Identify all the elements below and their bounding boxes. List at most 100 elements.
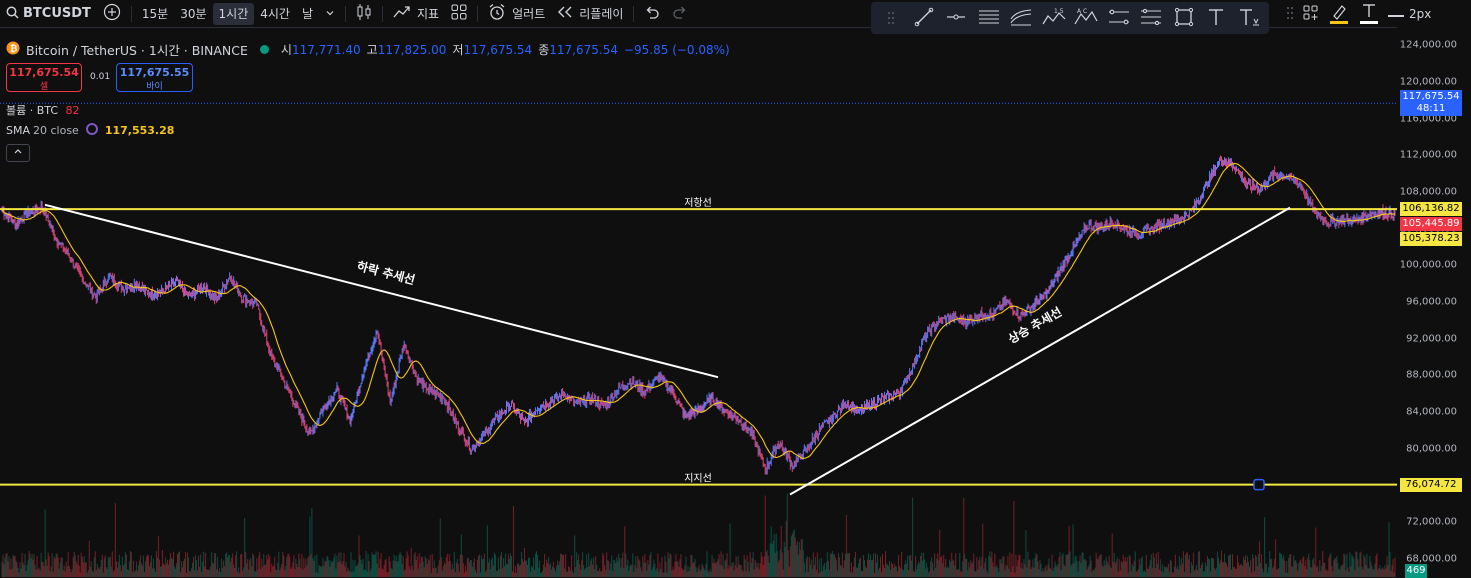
volume-bar [1123, 561, 1125, 577]
volume-bar [432, 568, 434, 577]
volume-bar [1347, 567, 1349, 577]
volume-bar [1074, 556, 1076, 577]
interval-15m[interactable]: 15분 [136, 0, 174, 27]
volume-bar [589, 566, 591, 577]
volume-bar [344, 566, 346, 577]
volume-bar [680, 554, 682, 577]
rectangle-tool[interactable] [1173, 7, 1195, 29]
volume-bar [1218, 563, 1220, 577]
volume-bar [424, 556, 426, 577]
indicators-icon [393, 4, 411, 23]
volume-bar [1241, 564, 1243, 577]
horizontal-ray-tool[interactable] [945, 7, 967, 29]
volume-bar [1188, 554, 1190, 577]
text-color-button[interactable] [1358, 2, 1380, 27]
interval-4h[interactable]: 4시간 [254, 0, 296, 27]
volume-bar [1293, 555, 1295, 577]
volume-bar [520, 551, 522, 577]
volume-bar [77, 554, 79, 577]
parallel-channel-tool[interactable] [978, 7, 1000, 29]
range-tool[interactable] [1108, 7, 1130, 29]
volume-bar [254, 571, 256, 577]
volume-bar [1026, 567, 1028, 577]
volume-bar [984, 562, 986, 577]
volume-bar [1015, 555, 1017, 577]
compare-symbol-button[interactable] [97, 0, 127, 27]
xabcd-pattern-tool[interactable]: 1 5 [1042, 7, 1066, 29]
layouts-button[interactable] [445, 0, 473, 27]
volume-bar [1385, 568, 1387, 577]
volume-bar [111, 551, 113, 577]
volume-bar [966, 558, 968, 577]
volume-bar [267, 559, 269, 577]
volume-bar [30, 558, 32, 577]
interval-1d[interactable]: 날 [296, 0, 319, 27]
volume-bar [848, 552, 850, 577]
support-line-handle[interactable] [1253, 478, 1265, 491]
text-note-tool[interactable] [1238, 7, 1260, 29]
volume-bar [954, 565, 956, 577]
line-color-button[interactable] [1328, 2, 1350, 27]
volume-bar [1100, 554, 1102, 577]
volume-bar [1013, 501, 1015, 577]
replay-button[interactable]: 리플레이 [551, 0, 629, 27]
volume-bar [1204, 562, 1206, 577]
volume-bar [401, 563, 403, 577]
volume-bar [910, 555, 912, 577]
uptrend-line[interactable] [789, 206, 1291, 496]
volume-bar [1349, 552, 1351, 577]
volume-bar [760, 551, 762, 577]
volume-bar [332, 561, 334, 577]
indicators-button[interactable]: 지표 [387, 0, 445, 27]
volume-bar [1035, 552, 1037, 577]
template-button[interactable] [1302, 4, 1320, 25]
interval-1h[interactable]: 1시간 [212, 2, 255, 25]
price-chart[interactable]: 저항선 지지선 하락 추세선 상승 추세선 [0, 27, 1397, 577]
volume-bar [1219, 560, 1221, 577]
volume-bar [1212, 558, 1214, 577]
volume-bar [714, 562, 716, 577]
volume-bar [286, 557, 288, 577]
volume-bar [360, 559, 362, 577]
abcd-pattern-tool[interactable]: A C [1074, 7, 1098, 29]
volume-bar [347, 567, 349, 577]
undo-button[interactable] [638, 0, 666, 27]
trend-line-tool[interactable] [913, 7, 935, 29]
volume-bar [1252, 554, 1254, 577]
volume-bar [643, 562, 645, 577]
volume-bar [540, 572, 542, 577]
volume-bar [1047, 564, 1049, 577]
abcd-label: A C [1077, 8, 1087, 15]
volume-bar [397, 561, 399, 577]
volume-bar [843, 560, 845, 577]
date-range-tool[interactable] [1140, 7, 1162, 29]
volume-bar [1197, 551, 1199, 577]
volume-bar [1388, 521, 1390, 577]
volume-bar [613, 559, 615, 577]
symbol-search-button[interactable]: BTCUSDT [0, 0, 97, 27]
alert-button[interactable]: 얼러트 [482, 0, 551, 27]
volume-bar [535, 553, 537, 577]
volume-bar [461, 554, 463, 577]
line-width-button[interactable]: 2px [1388, 7, 1431, 21]
volume-bar [973, 553, 975, 577]
redo-button[interactable] [666, 0, 694, 27]
volume-bar [762, 564, 764, 577]
volume-bar [1234, 566, 1236, 577]
volume-bar [1109, 566, 1111, 577]
volume-bar [847, 553, 849, 577]
interval-30m[interactable]: 30분 [174, 0, 212, 27]
chart-type-button[interactable] [350, 0, 378, 27]
volume-bar [10, 558, 12, 577]
drag-handle[interactable] [880, 7, 902, 29]
pencil-icon [1328, 4, 1350, 27]
volume-bar [382, 569, 384, 577]
volume-bar [732, 562, 734, 577]
interval-dropdown[interactable] [319, 0, 341, 27]
text-tool[interactable] [1205, 7, 1227, 29]
volume-bar [1065, 554, 1067, 577]
volume-bar [1107, 563, 1109, 577]
drag-handle[interactable] [1286, 6, 1294, 23]
volume-bar [577, 559, 579, 577]
regression-tool[interactable] [1010, 7, 1032, 29]
